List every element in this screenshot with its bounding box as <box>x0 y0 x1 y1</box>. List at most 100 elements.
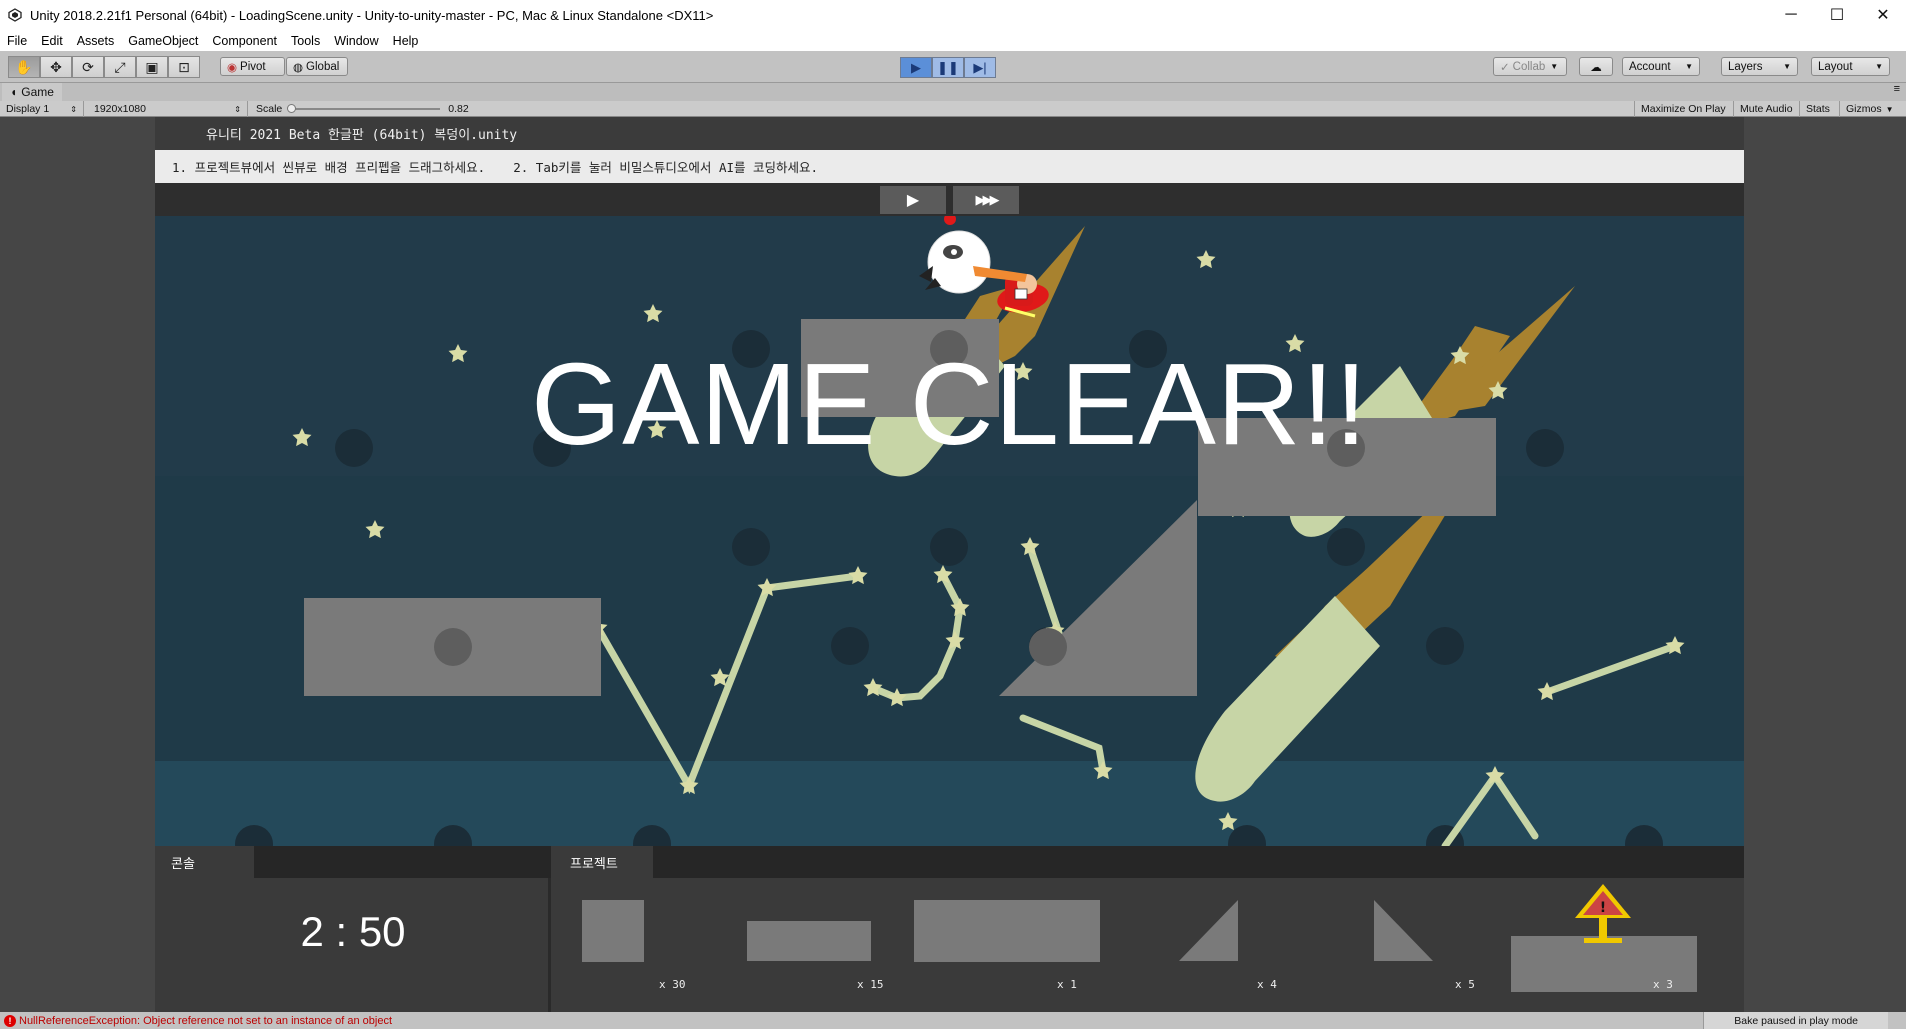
scale-slider[interactable]: Scale 0.82 <box>250 101 480 117</box>
game-screen[interactable]: 유니티 2021 Beta 한글판 (64bit) 복덩이.unity 1. 프… <box>155 117 1744 1012</box>
playback-controls: ▶ ❚❚ ▶| <box>900 57 996 78</box>
game-fast-forward-button[interactable]: ▶▶▶ <box>953 186 1019 214</box>
chevron-down-icon: ▼ <box>1875 62 1883 71</box>
hand-icon: ✋ <box>15 58 33 75</box>
move-icon: ✥ <box>50 58 62 75</box>
menu-file[interactable]: File <box>0 34 34 48</box>
game-header: 유니티 2021 Beta 한글판 (64bit) 복덩이.unity <box>155 117 1744 150</box>
stepper-icon: ⇕ <box>70 104 77 114</box>
pivot-toggle[interactable]: ◉ Pivot <box>220 57 285 76</box>
tab-menu-icon[interactable]: ≡ <box>1894 83 1900 95</box>
instruction-1: 1. 프로젝트뷰에서 씬뷰로 배경 프리펩을 드래그하세요. <box>172 160 486 175</box>
scale-tool-button[interactable]: ⤢ <box>104 56 136 78</box>
prefab-qty-1: x 30 <box>659 978 686 991</box>
ground-band <box>155 761 1744 846</box>
chevron-down-icon: ▼ <box>1550 62 1559 71</box>
rect-icon: ▣ <box>145 58 159 75</box>
scale-track[interactable] <box>287 104 441 113</box>
menu-assets[interactable]: Assets <box>70 34 122 48</box>
game-tab-bar: ◖ Game ≡ <box>0 83 1906 101</box>
window-title: Unity 2018.2.21f1 Personal (64bit) - Loa… <box>30 7 714 23</box>
step-button[interactable]: ▶| <box>964 57 996 78</box>
timer: 2 : 50 <box>300 908 406 955</box>
resolution-dropdown[interactable]: 1920x1080 ⇕ <box>88 101 248 117</box>
display-dropdown[interactable]: Display 1 ⇕ <box>0 101 84 117</box>
stats-toggle[interactable]: Stats <box>1800 101 1840 117</box>
menu-window[interactable]: Window <box>327 34 385 48</box>
game-view-toolbar: Display 1 ⇕ 1920x1080 ⇕ Scale 0.82 Maximiz… <box>0 101 1906 117</box>
maximize-button[interactable]: ☐ <box>1814 0 1860 30</box>
stepper-icon: ⇕ <box>234 104 241 114</box>
layout-dropdown[interactable]: Layout ▼ <box>1811 57 1890 76</box>
chevron-down-icon: ▼ <box>1685 62 1693 71</box>
gizmos-dropdown[interactable]: Gizmos ▼ <box>1840 101 1906 117</box>
global-toggle[interactable]: ◍ Global <box>286 57 348 76</box>
tab-console[interactable]: 콘솔 <box>155 846 254 878</box>
svg-text:!: ! <box>1600 900 1606 916</box>
account-dropdown[interactable]: Account ▼ <box>1622 57 1700 76</box>
prefab-qty-5: x 5 <box>1455 978 1475 991</box>
menu-bar: File Edit Assets GameObject Component To… <box>0 30 1906 51</box>
minimize-button[interactable]: ─ <box>1768 0 1814 30</box>
prefab-qty-4: x 4 <box>1257 978 1277 991</box>
pause-icon: ❚❚ <box>937 59 959 75</box>
collab-dropdown[interactable]: ✓ Collab ▼ <box>1493 57 1567 76</box>
prefab-square[interactable] <box>582 900 644 962</box>
cloud-icon: ☁ <box>1590 61 1602 74</box>
scale-thumb[interactable] <box>287 104 297 113</box>
play-button[interactable]: ▶ <box>900 57 932 78</box>
game-viewport: 유니티 2021 Beta 한글판 (64bit) 복덩이.unity 1. 프… <box>0 117 1906 1012</box>
step-icon: ▶| <box>973 59 987 75</box>
layers-dropdown[interactable]: Layers ▼ <box>1721 57 1798 76</box>
menu-help[interactable]: Help <box>386 34 426 48</box>
pause-button[interactable]: ❚❚ <box>932 57 964 78</box>
prefab-triangle-right[interactable] <box>1179 900 1238 961</box>
pivot-icon: ◉ <box>227 61 238 74</box>
menu-gameobject[interactable]: GameObject <box>121 34 205 48</box>
globe-icon: ◍ <box>293 61 304 74</box>
prefab-qty-6: x 3 <box>1653 978 1673 991</box>
scale-icon: ⤢ <box>114 58 126 75</box>
fast-forward-icon: ▶▶▶ <box>975 192 1000 207</box>
close-button[interactable]: ✕ <box>1860 0 1906 30</box>
prefab-triangle-left[interactable] <box>1374 900 1433 961</box>
bottom-panel: 콘솔 2 : 50 프로젝트 ! x 30 x 15 x 1 x 4 x 5 x… <box>155 846 1744 1012</box>
title-bar: Unity 2018.2.21f1 Personal (64bit) - Loa… <box>0 0 1906 30</box>
instruction-2: 2. Tab키를 눌러 비밀스튜디오에서 AI를 코딩하세요. <box>513 160 819 175</box>
move-tool-button[interactable]: ✥ <box>40 56 72 78</box>
transform-icon: ⊡ <box>178 58 190 75</box>
prefab-qty-3: x 1 <box>1057 978 1077 991</box>
instruction-bar: 1. 프로젝트뷰에서 씬뷰로 배경 프리펩을 드래그하세요. 2. Tab키를 … <box>155 150 1744 183</box>
rotate-tool-button[interactable]: ⟳ <box>72 56 104 78</box>
menu-component[interactable]: Component <box>205 34 284 48</box>
bake-status: Bake paused in play mode <box>1703 1012 1888 1029</box>
unity-logo-icon <box>8 8 22 22</box>
project-panel: 프로젝트 ! x 30 x 15 x 1 x 4 x 5 x 3 <box>554 846 1744 1012</box>
error-icon: ! <box>4 1014 16 1027</box>
console-panel: 콘솔 2 : 50 <box>155 846 551 1012</box>
console-error-message[interactable]: ! NullReferenceException: Object referen… <box>4 1014 392 1027</box>
maximize-on-play-toggle[interactable]: Maximize On Play <box>1634 101 1734 117</box>
tab-game[interactable]: ◖ Game <box>2 83 62 101</box>
main-toolbar: ✋ ✥ ⟳ ⤢ ▣ ⊡ ◉ Pivot ◍ Global ▶ ❚❚ ▶| ✓ Coll… <box>0 51 1906 83</box>
chevron-down-icon: ▼ <box>1885 104 1894 114</box>
prefab-big-rect[interactable] <box>914 900 1100 962</box>
project-items: ! <box>582 884 1697 992</box>
prefab-qty-2: x 15 <box>857 978 884 991</box>
play-icon: ▶ <box>911 59 921 75</box>
chevron-down-icon: ▼ <box>1783 62 1791 71</box>
check-icon: ✓ <box>1500 61 1510 74</box>
game-play-button[interactable]: ▶ <box>880 186 946 214</box>
status-bar: ! NullReferenceException: Object referen… <box>0 1012 1906 1029</box>
game-controller-icon: ◖ <box>10 85 18 99</box>
menu-tools[interactable]: Tools <box>284 34 327 48</box>
rotate-icon: ⟳ <box>82 58 94 75</box>
rect-tool-button[interactable]: ▣ <box>136 56 168 78</box>
mute-audio-toggle[interactable]: Mute Audio <box>1734 101 1800 117</box>
prefab-wide-rect[interactable] <box>747 921 871 961</box>
menu-edit[interactable]: Edit <box>34 34 70 48</box>
cloud-button[interactable]: ☁ <box>1579 57 1613 76</box>
hand-tool-button[interactable]: ✋ <box>8 56 40 78</box>
game-scene <box>155 216 1744 846</box>
transform-tool-button[interactable]: ⊡ <box>168 56 200 78</box>
